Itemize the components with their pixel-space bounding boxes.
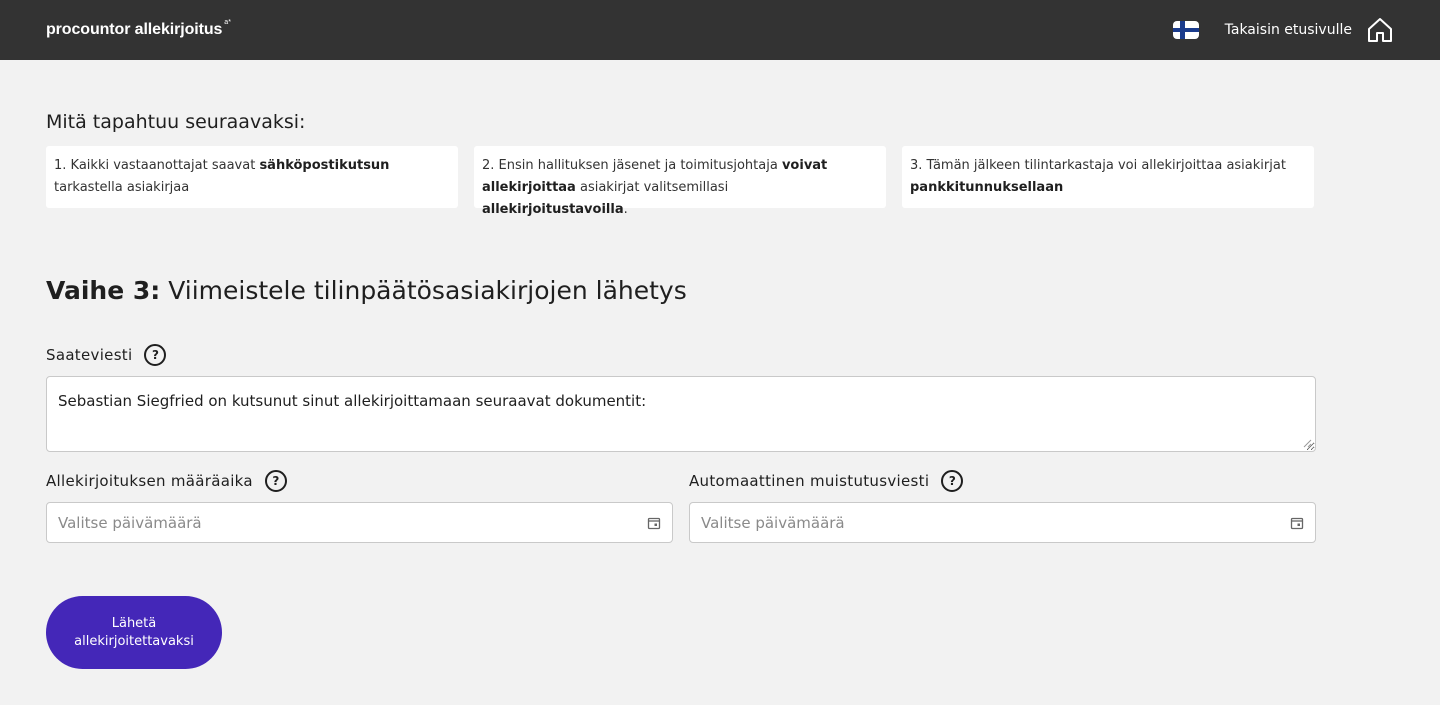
help-icon[interactable]: ? [144,344,167,366]
brand-name: procountor allekirjoitus [46,21,223,38]
finland-flag-icon[interactable] [1172,21,1199,39]
step-card-text: 2. Ensin hallituksen jäsenet ja toimitus… [482,158,782,173]
home-icon [1368,18,1392,42]
resize-grip-icon[interactable] [1302,438,1312,448]
step-title: Viimeistele tilinpäätösasiakirjojen lähe… [160,276,687,305]
step-card-bold: allekirjoittaa [482,180,576,195]
deadline-date-input[interactable] [58,513,618,532]
step-card-2: 2. Ensin hallituksen jäsenet ja toimitus… [474,146,886,217]
top-bar-actions: Takaisin etusivulle [1172,16,1394,44]
send-button-line-2: allekirjoitettavaksi [74,633,194,649]
step-card-bold: voivat [781,158,828,173]
step-card-text: 1. Kaikki vastaanottajat saavat [54,158,260,173]
send-button-line-1: Lähetä [111,615,157,631]
message-label-text: Saateviesti [46,346,133,364]
reminder-label-text: Automaattinen muistutusviesti [689,472,930,490]
step-card-text: . [623,202,628,217]
deadline-label: Allekirjoituksen määräaika ? [46,470,287,492]
step-card-text: asiakirjat valitsemillasi [575,180,729,195]
deadline-date-field[interactable] [46,502,673,543]
message-label: Saateviesti ? [46,344,167,366]
calendar-icon[interactable] [1290,516,1304,530]
cover-message-textarea[interactable]: Sebastian Siegfried on kutsunut sinut al… [46,376,1316,452]
step-card-bold: pankkitunnuksellaan [910,180,1064,195]
step-card-3: 3. Tämän jälkeen tilintarkastaja voi all… [902,146,1314,208]
help-icon[interactable]: ? [264,470,287,492]
brand-logo[interactable]: procountor allekirjoitus a* [46,19,231,39]
reminder-date-input[interactable] [701,513,1261,532]
reminder-date-field[interactable] [689,502,1316,543]
step-card-bold: sähköpostikutsun [259,158,390,173]
calendar-icon[interactable] [647,516,661,530]
deadline-label-text: Allekirjoituksen määräaika [46,472,253,490]
top-bar: procountor allekirjoitus a* Takaisin etu… [0,0,1440,60]
next-steps-title: Mitä tapahtuu seuraavaksi: [46,111,306,133]
step-card-bold: allekirjoitustavoilla [482,202,624,217]
step-prefix: Vaihe 3: [46,276,161,305]
reminder-label: Automaattinen muistutusviesti ? [689,470,964,492]
back-to-home-link[interactable]: Takaisin etusivulle [1225,16,1394,44]
back-to-home-label: Takaisin etusivulle [1224,22,1352,38]
help-icon[interactable]: ? [941,470,964,492]
step-card-1: 1. Kaikki vastaanottajat saavat sähköpos… [46,146,458,208]
step-card-text: 3. Tämän jälkeen tilintarkastaja voi all… [910,158,1286,173]
page-title: Vaihe 3: Viimeistele tilinpäätösasiakirj… [46,276,687,305]
step-card-text: tarkastella asiakirjaa [54,180,190,195]
next-steps-list: 1. Kaikki vastaanottajat saavat sähköpos… [46,146,1314,217]
send-for-signing-button[interactable]: Lähetä allekirjoitettavaksi [46,596,222,669]
brand-superscript: a* [224,19,231,26]
